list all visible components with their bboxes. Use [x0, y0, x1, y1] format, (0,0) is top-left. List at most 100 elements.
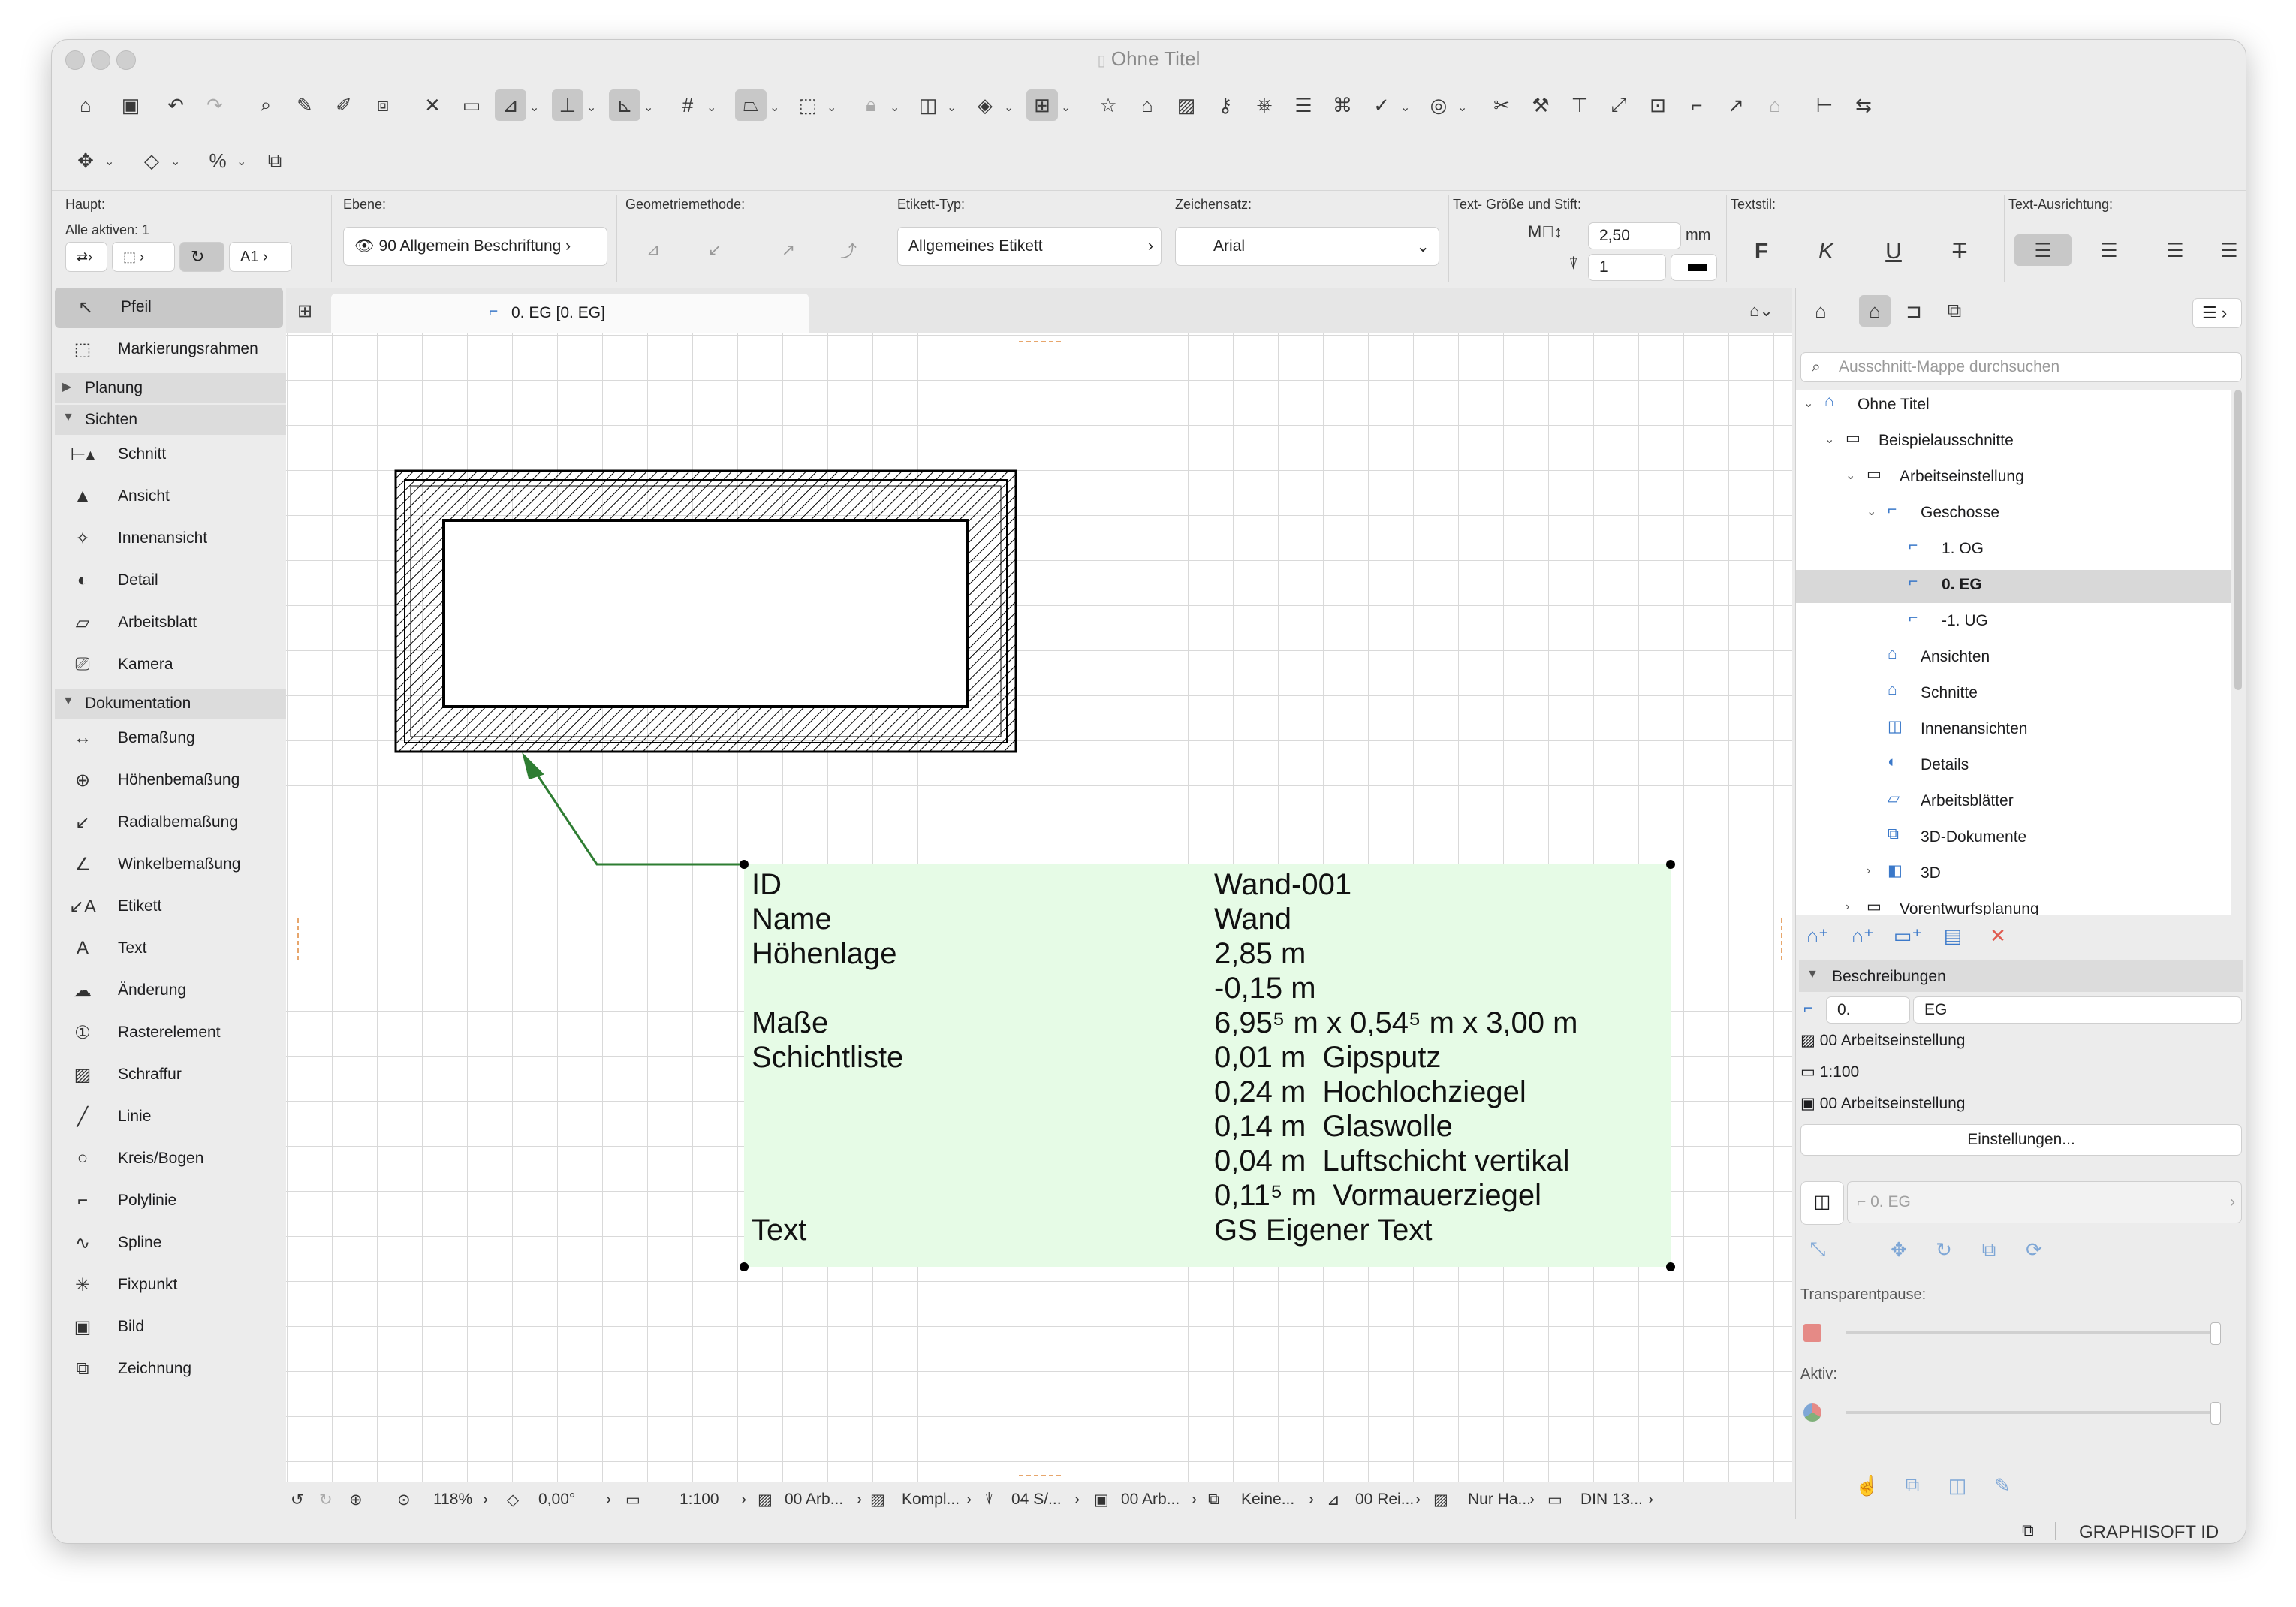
- group-icon[interactable]: ⊞: [1026, 89, 1058, 121]
- tab-0-eg[interactable]: ⌐ 0. EG [0. EG]: [331, 294, 809, 333]
- tool-text[interactable]: A Text: [52, 929, 286, 969]
- percent-icon[interactable]: %: [202, 145, 234, 176]
- chevron-down-icon[interactable]: ⌄: [1457, 100, 1467, 115]
- align-left-icon[interactable]: ☰: [2014, 234, 2072, 266]
- save-icon[interactable]: ▣: [115, 89, 146, 121]
- elevation-tool-icon[interactable]: ⊤: [1564, 89, 1595, 121]
- properties-icon[interactable]: ▤: [1937, 920, 1969, 951]
- chevron-down-icon[interactable]: ⌄: [890, 100, 899, 115]
- image-view-icon[interactable]: ▨: [1171, 89, 1202, 121]
- selection-dropdown[interactable]: ⇄›: [65, 242, 107, 272]
- tree-item[interactable]: ⌄ ⌂ Ohne Titel: [1803, 390, 2224, 423]
- chevron-right-icon[interactable]: ›: [1309, 1491, 1314, 1509]
- layers-icon[interactable]: ◫: [912, 89, 944, 121]
- tool-schraffur[interactable]: ▨ Schraffur: [52, 1055, 286, 1096]
- selection-handle[interactable]: [1666, 860, 1675, 869]
- view-options-icon[interactable]: ⌂⌄: [1735, 295, 1788, 327]
- chevron-down-icon[interactable]: ⌄: [707, 100, 716, 115]
- tool-ansicht[interactable]: ▲ Ansicht: [52, 477, 286, 517]
- chevron-down-icon[interactable]: ⌄: [770, 100, 779, 115]
- underline-button[interactable]: U: [1878, 236, 1909, 267]
- offset-icon[interactable]: ⊡: [1642, 89, 1674, 121]
- rotate-view-icon[interactable]: ↺: [291, 1491, 304, 1509]
- view-name-input[interactable]: EG: [1913, 996, 2242, 1024]
- pen-input[interactable]: 1: [1588, 254, 1666, 281]
- panel-menu-button[interactable]: ☰ ›: [2192, 298, 2242, 328]
- einstellungen-button[interactable]: Einstellungen...: [1800, 1124, 2242, 1156]
- zoom-fit-icon[interactable]: ⊙: [397, 1491, 411, 1509]
- chevron-right-icon[interactable]: ›: [1529, 1491, 1535, 1509]
- tool-hoehenbemassung[interactable]: ⊕ Höhenbemaßung: [52, 761, 286, 801]
- chevron-right-icon[interactable]: ›: [1648, 1491, 1653, 1509]
- zoom-in-icon[interactable]: ⊕: [349, 1491, 363, 1509]
- geometry-method-1-icon[interactable]: ⊿: [637, 234, 669, 266]
- tool-spline[interactable]: ∿ Spline: [52, 1223, 286, 1264]
- label-leader-line[interactable]: [522, 752, 744, 866]
- view-map-search[interactable]: ⌕ Ausschnitt-Mappe durchsuchen: [1800, 352, 2242, 382]
- trace-mirror-icon[interactable]: ⧉: [1973, 1234, 2005, 1265]
- tab-overview-icon[interactable]: ⊞: [289, 295, 321, 327]
- model-view-row[interactable]: ▣ 00 Arbeitseinstellung: [1800, 1094, 1966, 1113]
- layout-book-icon[interactable]: ⊐: [1898, 295, 1930, 327]
- publisher-sets-icon[interactable]: ⧉: [1939, 295, 1970, 327]
- trace-drag-icon[interactable]: ✥: [1883, 1234, 1915, 1265]
- trace-move-icon[interactable]: ⤡: [1802, 1234, 1833, 1265]
- snap-icon[interactable]: ✕: [417, 89, 448, 121]
- marquee-dropdown[interactable]: ⬚ ›: [112, 242, 175, 272]
- tool-polylinie[interactable]: ⌐ Polylinie: [52, 1181, 286, 1222]
- syringe-icon[interactable]: ✐: [328, 89, 360, 121]
- chevron-right-icon[interactable]: ›: [1415, 1491, 1421, 1509]
- tool-linie[interactable]: ╱ Linie: [52, 1097, 286, 1138]
- chevron-down-icon[interactable]: ⌄: [947, 100, 957, 115]
- pen-set-value[interactable]: 04 S/...: [1011, 1491, 1062, 1509]
- tool-radialbemassung[interactable]: ↙ Radialbemaßung: [52, 803, 286, 843]
- ruler-icon[interactable]: ▭: [456, 89, 487, 121]
- tool-aenderung[interactable]: ☁ Änderung: [52, 971, 286, 1012]
- delete-icon[interactable]: ✕: [1982, 920, 2014, 951]
- tree-item[interactable]: ⌐ 1. OG: [1909, 534, 2224, 567]
- home-icon[interactable]: ⌂: [70, 89, 101, 121]
- chevron-down-icon[interactable]: ⌄: [1004, 100, 1014, 115]
- align-center-icon[interactable]: ☰: [2081, 234, 2138, 266]
- beschreibungen-header[interactable]: ▼ Beschreibungen: [1799, 960, 2243, 992]
- chevron-down-icon[interactable]: ⌄: [1061, 100, 1071, 115]
- curve-icon[interactable]: ↗: [1720, 89, 1752, 121]
- window-list-icon[interactable]: ⧉: [2022, 1521, 2034, 1540]
- tool-schnitt[interactable]: ⊢▴ Schnitt: [52, 435, 286, 475]
- construction-grid-icon[interactable]: ⏢: [735, 89, 767, 121]
- layer-combo-row[interactable]: ▨ 00 Arbeitseinstellung: [1800, 1031, 1966, 1050]
- partial-structure-value[interactable]: Nur Ha...: [1468, 1491, 1531, 1509]
- find-select-icon[interactable]: ⌕: [250, 89, 282, 121]
- chevron-down-icon[interactable]: ⌄: [1400, 100, 1410, 115]
- duplicate-icon[interactable]: ⧉: [259, 145, 291, 176]
- text-size-input[interactable]: 2,50: [1588, 222, 1681, 249]
- shape-icon[interactable]: ◇: [136, 145, 167, 176]
- compare-icon[interactable]: ◫: [1942, 1470, 1973, 1501]
- wall-element[interactable]: [394, 469, 1017, 753]
- resize-icon[interactable]: ⤢: [1603, 89, 1635, 121]
- tool-pfeil[interactable]: ↖ Pfeil: [55, 288, 283, 328]
- selection-handle[interactable]: [740, 860, 749, 869]
- 3d-window-icon[interactable]: ⌂: [1131, 89, 1163, 121]
- roof-icon[interactable]: ⌂: [1759, 89, 1791, 121]
- undo-icon[interactable]: ↶: [160, 89, 191, 121]
- tree-item[interactable]: ◐ Details: [1888, 750, 2224, 783]
- view-id-input[interactable]: 0.: [1826, 996, 1910, 1024]
- trace-toggle-icon[interactable]: ◫: [1800, 1181, 1844, 1225]
- transform-icon[interactable]: ⧈: [367, 89, 399, 121]
- chevron-down-icon[interactable]: ⌄: [529, 100, 539, 115]
- chevron-right-icon[interactable]: ›: [1074, 1491, 1080, 1509]
- relative-construction-icon[interactable]: ⊾: [609, 89, 640, 121]
- group-dokumentation[interactable]: ▼ Dokumentation: [55, 689, 286, 719]
- scissors-icon[interactable]: ✂: [1486, 89, 1517, 121]
- stretch-icon[interactable]: ⊢: [1809, 89, 1840, 121]
- tree-item[interactable]: ⌄ ▭ Beispielausschnitte: [1824, 426, 2224, 459]
- layer-dropdown[interactable]: 👁︎ 90 Allgemein Beschriftung ›: [343, 227, 607, 266]
- redo-icon[interactable]: ↷: [199, 89, 231, 121]
- tag-icon[interactable]: ⌘: [1327, 89, 1358, 121]
- chevron-down-icon[interactable]: ⌄: [237, 154, 246, 169]
- adjust-icon[interactable]: ⚒: [1525, 89, 1556, 121]
- view-map-icon[interactable]: ⌂: [1859, 295, 1891, 327]
- fillet-icon[interactable]: ⌐: [1681, 89, 1713, 121]
- label-type-select[interactable]: Allgemeines Etikett ›: [897, 227, 1162, 266]
